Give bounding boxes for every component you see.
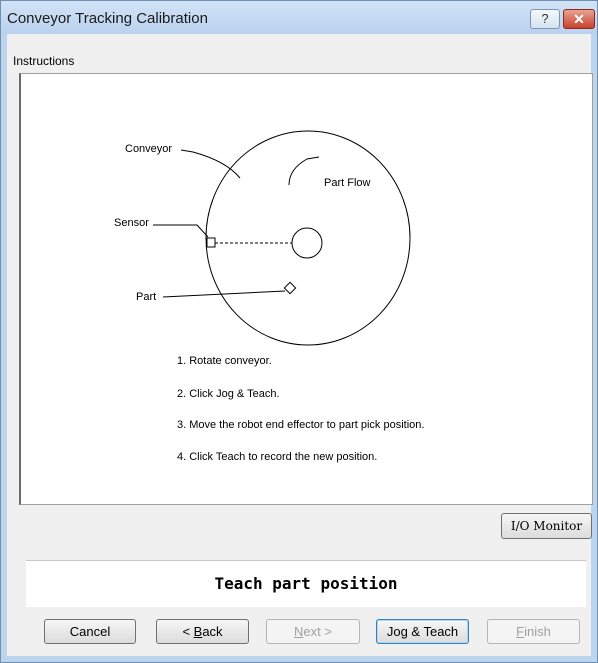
- cancel-button[interactable]: Cancel: [44, 619, 136, 644]
- finish-button[interactable]: Finish: [487, 619, 580, 644]
- finish-button-label: inish: [524, 624, 551, 639]
- instruction-step-2: 2. Click Jog & Teach.: [177, 388, 280, 400]
- conveyor-circle: [205, 130, 411, 346]
- help-icon: ?: [541, 11, 549, 26]
- next-button-mnemonic: N: [294, 624, 304, 639]
- back-button[interactable]: < Back: [156, 619, 249, 644]
- conveyor-hub: [291, 227, 323, 259]
- close-button[interactable]: ✕: [563, 9, 595, 29]
- next-button-label: ext >: [303, 624, 332, 639]
- finish-button-mnemonic: F: [516, 624, 525, 639]
- close-icon: ✕: [573, 11, 585, 27]
- back-button-label: ack: [202, 624, 223, 639]
- window-title: Conveyor Tracking Calibration: [7, 10, 208, 27]
- conveyor-leader-line: [180, 149, 241, 179]
- instructions-panel: Conveyor Part Flow Sensor Part 1. Rotate…: [19, 73, 593, 505]
- jog-teach-button[interactable]: Jog & Teach: [376, 619, 469, 644]
- instruction-step-1: 1. Rotate conveyor.: [177, 355, 272, 367]
- title-bar[interactable]: Conveyor Tracking Calibration ? ✕: [1, 1, 597, 35]
- instruction-step-4: 4. Click Teach to record the new positio…: [177, 451, 378, 463]
- instruction-step-3: 3. Move the robot end effector to part p…: [177, 419, 425, 431]
- part-leader-line: [162, 290, 286, 298]
- conveyor-diagram: [153, 130, 411, 346]
- conveyor-label: Conveyor: [125, 143, 173, 155]
- part-marker: [283, 281, 297, 295]
- sensor-leader-line: [153, 224, 209, 238]
- next-button[interactable]: Next >: [266, 619, 360, 644]
- part-flow-arrow: [288, 156, 320, 186]
- help-button[interactable]: ?: [530, 9, 560, 29]
- sensor-label: Sensor: [114, 217, 149, 229]
- status-message: Teach part position: [214, 574, 398, 593]
- sensor-marker: [206, 237, 216, 248]
- part-label: Part: [136, 291, 157, 303]
- back-button-prefix: <: [182, 624, 194, 639]
- status-panel: Teach part position: [26, 560, 586, 607]
- io-monitor-button[interactable]: I/O Monitor: [501, 513, 592, 539]
- part-flow-label: Part Flow: [324, 177, 371, 189]
- instructions-label: Instructions: [13, 54, 75, 68]
